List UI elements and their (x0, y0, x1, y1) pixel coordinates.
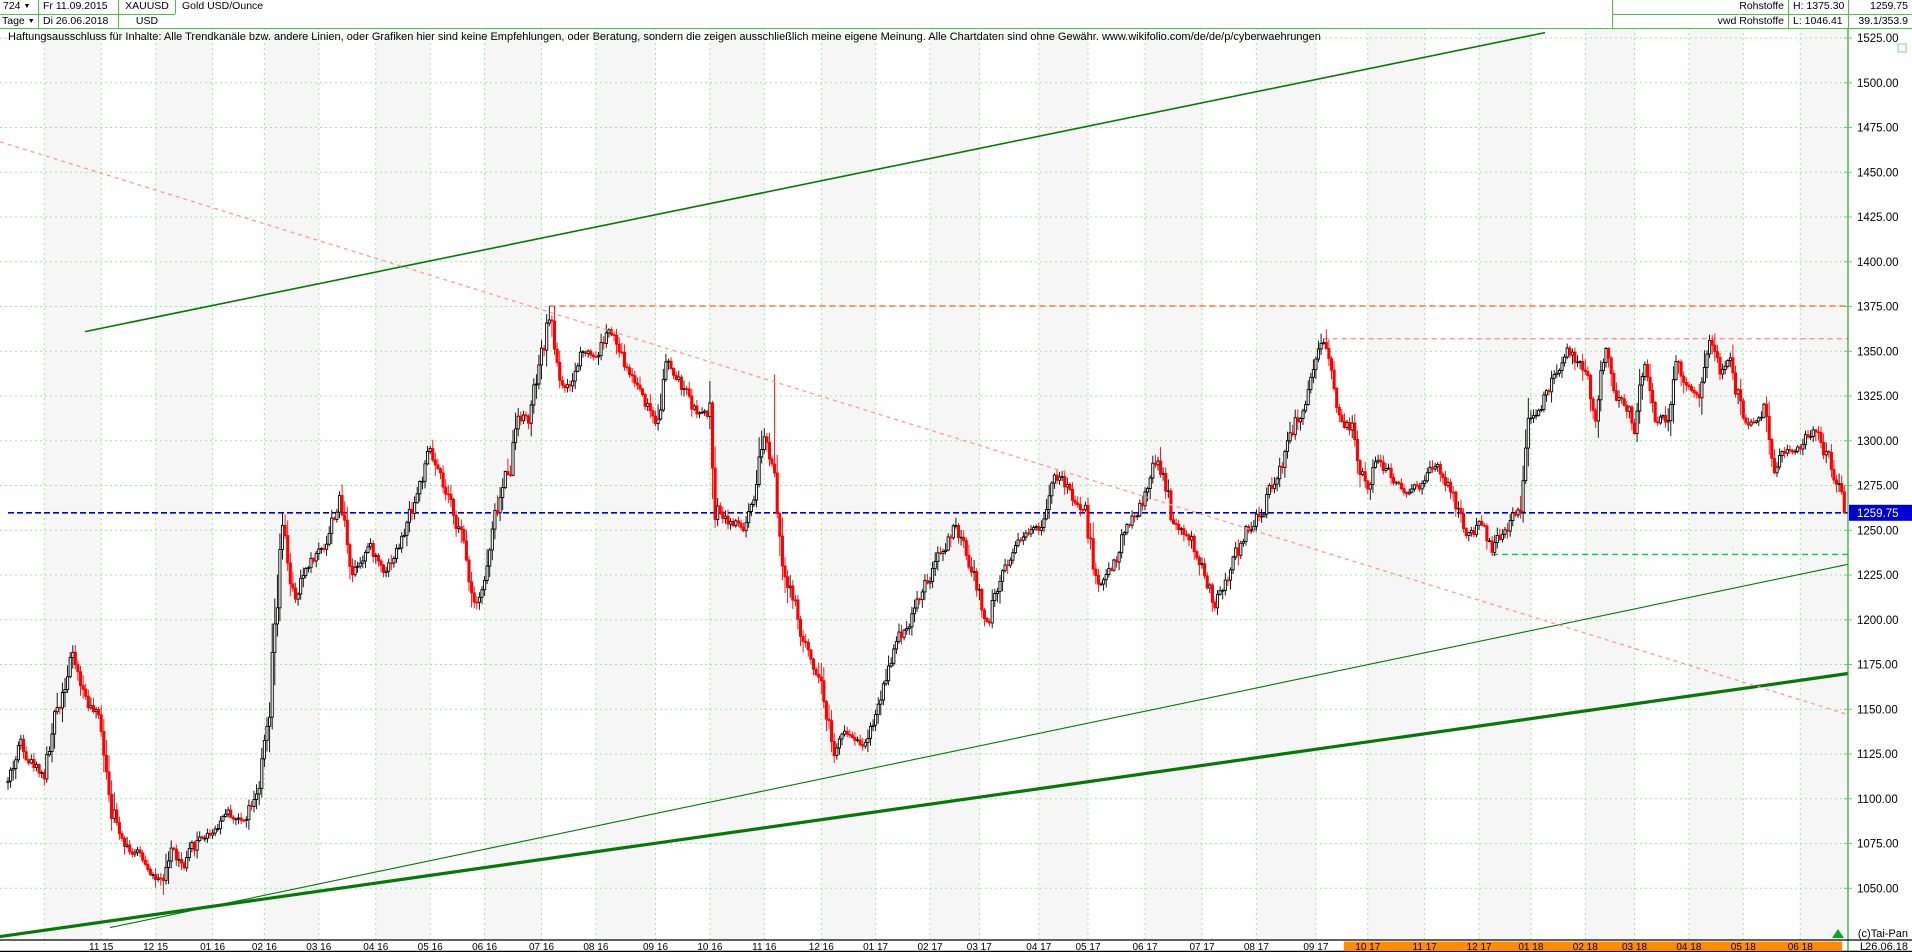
y-axis-tick-label: 1100.00 (1857, 794, 1898, 806)
instrument-title: Gold USD/Ounce (175, 0, 475, 14)
header-range-stat: 39.1/353.9 (1848, 14, 1912, 28)
disclaimer-text: Haftungsausschluss für Inhalte: Alle Tre… (8, 31, 1321, 43)
y-axis-tick-label: 1050.00 (1857, 883, 1899, 895)
x-axis-month-label: 11 17 (1413, 942, 1438, 952)
x-axis-month-label: 04 17 (1026, 942, 1051, 952)
y-axis-tick-label: 1350.00 (1857, 346, 1899, 358)
x-axis-month-label: 01 16 (200, 942, 225, 952)
y-axis-tick-label: 1400.00 (1857, 257, 1899, 269)
last-date-label: 26.06.18 (1865, 941, 1908, 952)
date-from-field[interactable]: Fr 11.09.2015 (38, 0, 118, 14)
period-dropdown[interactable]: Tage ▼ (0, 14, 38, 28)
y-axis-tick-label: 1450.00 (1857, 167, 1899, 179)
period-value: Tage (2, 15, 25, 27)
y-axis-tick-label: 1375.00 (1857, 302, 1899, 314)
x-axis-month-label: 06 18 (1788, 942, 1813, 952)
y-axis-tick-label: 1175.00 (1857, 660, 1898, 672)
y-axis-tick-label: 1125.00 (1857, 749, 1898, 761)
x-axis-month-label: 04 18 (1676, 942, 1701, 952)
y-axis-tick-label: 1225.00 (1857, 570, 1899, 582)
x-axis-month-label: 05 17 (1075, 942, 1100, 952)
y-axis-tick-label: 1325.00 (1857, 391, 1899, 403)
x-axis-month-label: 02 18 (1573, 942, 1598, 952)
x-axis-month-label: 09 16 (643, 942, 668, 952)
chart-window: { "window": {"width": 1912, "height": 95… (0, 0, 1912, 952)
category-label: Rohstoffe (1612, 0, 1788, 14)
symbol-label: XAUUSD (118, 0, 175, 14)
x-axis-month-label: 07 16 (529, 942, 554, 952)
header-bar: 724 ▼ Tage ▼ Fr 11.09.2015 Di 26.06.2018 X… (0, 0, 1912, 29)
x-axis-month-label: 06 16 (472, 942, 497, 952)
bar-count-dropdown[interactable]: 724 ▼ (0, 0, 38, 14)
currency-label: USD (118, 14, 175, 28)
x-axis-month-label: 12 17 (1467, 942, 1492, 952)
price-chart-canvas[interactable]: 1525.00 1500.00 1475.00 1450.00 1425.00 1400.… (0, 0, 1912, 952)
x-axis-month-label: 12 16 (809, 942, 834, 952)
feed-label: vwd Rohstoffe (1612, 14, 1788, 28)
chevron-down-icon: ▼ (27, 18, 35, 25)
x-axis-month-label: 02 17 (917, 942, 942, 952)
x-axis-month-label: 01 18 (1518, 942, 1543, 952)
x-axis-month-label: 07 17 (1189, 942, 1214, 952)
date-to-field[interactable]: Di 26.06.2018 (38, 14, 118, 28)
x-axis-month-label: 03 18 (1622, 942, 1647, 952)
x-axis-month-label: 05 16 (418, 942, 443, 952)
x-axis-month-label: 11 15 (89, 942, 114, 952)
y-axis-tick-label: 1475.00 (1857, 123, 1899, 135)
x-axis-month-label: 08 16 (583, 942, 608, 952)
y-axis-tick-label: 1150.00 (1857, 704, 1898, 716)
x-axis-month-label: 08 17 (1244, 942, 1269, 952)
y-axis-tick-label: 1425.00 (1857, 212, 1899, 224)
x-axis-month-label: 02 16 (252, 942, 277, 952)
x-axis-month-label: 03 16 (306, 942, 331, 952)
x-axis-month-label: 01 17 (863, 942, 888, 952)
y-axis-tick-label: 1300.00 (1857, 436, 1899, 448)
y-axis-tick-label: 1275.00 (1857, 481, 1899, 493)
price-axis: 1525.00 1500.00 1475.00 1450.00 1425.00 1400.… (1844, 28, 1912, 952)
x-axis-month-label: 05 18 (1731, 942, 1756, 952)
y-axis-tick-label: 1525.00 (1857, 33, 1899, 45)
x-axis-month-label: 06 17 (1132, 942, 1157, 952)
last-price-badge-text: 1259.75 (1857, 508, 1899, 520)
chevron-down-icon: ▼ (23, 3, 31, 10)
x-axis-month-label: 12 15 (143, 942, 168, 952)
y-axis-tick-label: 1500.00 (1857, 78, 1899, 90)
x-axis-month-label: 04 16 (363, 942, 388, 952)
copyright-label: (c)Tai-Pan (1858, 928, 1908, 940)
x-axis-month-label: 03 17 (967, 942, 992, 952)
y-axis-tick-label: 1075.00 (1857, 839, 1899, 851)
period-high-label: H: 1375.30 (1788, 0, 1848, 14)
period-low-label: L: 1046.41 (1788, 14, 1848, 28)
x-axis-month-label: 10 17 (1355, 942, 1380, 952)
month-bands (0, 28, 1848, 940)
bar-count-value: 724 (3, 0, 21, 12)
x-axis-month-label: 10 16 (697, 942, 722, 952)
y-axis-tick-label: 1250.00 (1857, 525, 1899, 537)
x-axis-month-label: 11 16 (752, 942, 777, 952)
header-last-price: 1259.75 (1848, 0, 1912, 14)
x-axis-month-label: 09 17 (1303, 942, 1328, 952)
y-axis-tick-label: 1200.00 (1857, 615, 1899, 627)
